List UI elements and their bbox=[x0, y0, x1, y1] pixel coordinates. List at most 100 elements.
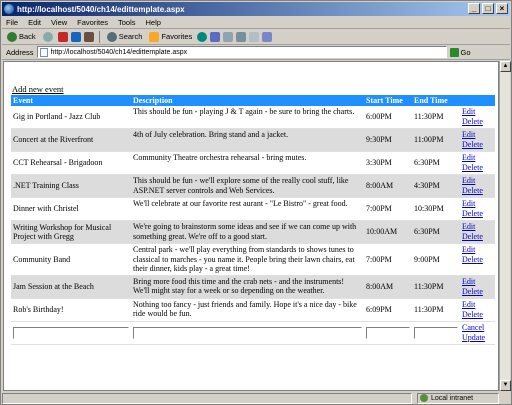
header-start-time: Start Time bbox=[364, 95, 412, 106]
print-icon[interactable] bbox=[236, 31, 247, 42]
mail-icon[interactable] bbox=[223, 31, 234, 42]
edit-link[interactable]: Edit bbox=[462, 176, 493, 186]
event-end-cell: 6:30PM bbox=[412, 220, 460, 244]
scroll-down-icon[interactable]: ▼ bbox=[500, 380, 511, 391]
back-button[interactable]: Back bbox=[5, 31, 38, 42]
menu-view[interactable]: View bbox=[51, 18, 67, 27]
update-link[interactable]: Update bbox=[462, 333, 493, 343]
add-new-event-link[interactable]: Add new event bbox=[12, 84, 63, 94]
zone-label: Local intranet bbox=[431, 394, 474, 402]
menu-help[interactable]: Help bbox=[146, 18, 161, 27]
edit-link[interactable]: Edit bbox=[462, 107, 493, 117]
event-name-cell: Community Band bbox=[11, 243, 131, 276]
event-start-cell: 8:00AM bbox=[364, 174, 412, 198]
new-event-end-input[interactable] bbox=[414, 326, 458, 339]
grid-body: Gig in Portland - Jazz Club This should b… bbox=[11, 106, 495, 322]
row-actions: Edit Delete bbox=[460, 174, 495, 198]
title-bar: http://localhost/5040/ch14/edittemplate.… bbox=[2, 2, 510, 16]
event-description-cell: This should be fun - we'll explore some … bbox=[131, 174, 364, 198]
menu-edit[interactable]: Edit bbox=[28, 18, 41, 27]
event-end-cell: 9:00PM bbox=[412, 243, 460, 276]
status-text-pane bbox=[2, 392, 412, 404]
row-actions: Edit Delete bbox=[460, 220, 495, 244]
menu-file[interactable]: File bbox=[6, 18, 18, 27]
event-name-cell: .NET Training Class bbox=[11, 174, 131, 198]
scroll-up-icon[interactable]: ▲ bbox=[500, 61, 511, 72]
edit-link[interactable]: Edit bbox=[462, 245, 493, 255]
new-event-name-input[interactable] bbox=[13, 326, 129, 339]
delete-link[interactable]: Delete bbox=[462, 186, 493, 196]
page-content: Add new event Event Description Start Ti… bbox=[3, 61, 499, 391]
minimize-button[interactable]: _ bbox=[468, 3, 480, 14]
cancel-link[interactable]: Cancel bbox=[462, 323, 493, 333]
event-start-cell: 8:00AM bbox=[364, 275, 412, 299]
edit-link[interactable]: Edit bbox=[462, 153, 493, 163]
event-description-cell: We're going to brainstorm some ideas and… bbox=[131, 220, 364, 244]
close-button[interactable]: × bbox=[496, 3, 508, 14]
menu-tools[interactable]: Tools bbox=[118, 18, 136, 27]
event-description-cell: Bring more food this time and the crab n… bbox=[131, 275, 364, 299]
forward-button[interactable] bbox=[41, 31, 55, 42]
event-start-cell: 7:00PM bbox=[364, 197, 412, 221]
edit-link[interactable]: Edit bbox=[462, 300, 493, 310]
event-name-cell: Jam Session at the Beach bbox=[11, 275, 131, 299]
refresh-icon[interactable] bbox=[70, 31, 81, 42]
table-row: Concert at the Riverfront 4th of July cel… bbox=[11, 128, 495, 152]
home-icon[interactable] bbox=[83, 31, 94, 42]
delete-link[interactable]: Delete bbox=[462, 117, 493, 127]
status-bar: Local intranet bbox=[2, 392, 510, 404]
new-event-description-input[interactable] bbox=[133, 326, 362, 339]
edit-link[interactable]: Edit bbox=[462, 130, 493, 140]
event-description-cell: Central park - we'll play everything fro… bbox=[131, 243, 364, 276]
forward-arrow-icon bbox=[42, 31, 53, 42]
event-start-cell: 6:09PM bbox=[364, 298, 412, 322]
intranet-icon bbox=[420, 394, 428, 402]
delete-link[interactable]: Delete bbox=[462, 255, 493, 265]
event-description-cell: 4th of July celebration. Bring stand and… bbox=[131, 128, 364, 152]
row-actions: Edit Delete bbox=[460, 275, 495, 299]
favorites-icon bbox=[149, 31, 160, 42]
go-button[interactable]: Go bbox=[449, 47, 471, 57]
grid-header-row: Event Description Start Time End Time bbox=[11, 95, 495, 106]
favorites-button[interactable]: Favorites bbox=[147, 31, 194, 42]
search-button[interactable]: Search bbox=[105, 31, 145, 42]
header-description: Description bbox=[131, 95, 364, 106]
event-name-cell: Concert at the Riverfront bbox=[11, 128, 131, 152]
new-event-start-input[interactable] bbox=[366, 326, 410, 339]
event-description-cell: We'll celebrate at our favorite rest aur… bbox=[131, 197, 364, 221]
edit-link[interactable]: Edit bbox=[462, 222, 493, 232]
stop-icon[interactable] bbox=[57, 31, 68, 42]
toolbar-separator bbox=[98, 30, 100, 43]
delete-link[interactable]: Delete bbox=[462, 232, 493, 242]
event-name-cell: Writing Workshop for Musical Project wit… bbox=[11, 220, 131, 244]
event-end-cell: 11:30PM bbox=[412, 106, 460, 129]
delete-link[interactable]: Delete bbox=[462, 163, 493, 173]
delete-link[interactable]: Delete bbox=[462, 209, 493, 219]
discuss-icon[interactable] bbox=[262, 31, 273, 42]
history-icon[interactable] bbox=[210, 31, 221, 42]
header-end-time: End Time bbox=[412, 95, 460, 106]
table-row: Writing Workshop for Musical Project wit… bbox=[11, 220, 495, 244]
table-row: Jam Session at the Beach Bring more food … bbox=[11, 275, 495, 299]
edit-link[interactable]: Edit bbox=[462, 199, 493, 209]
table-row: Community Band Central park - we'll play … bbox=[11, 243, 495, 276]
event-end-cell: 11:00PM bbox=[412, 128, 460, 152]
event-start-cell: 9:30PM bbox=[364, 128, 412, 152]
edit-page-icon[interactable] bbox=[249, 31, 260, 42]
edit-row: Cancel Update bbox=[11, 321, 495, 345]
toolbar: Back Search Favorites bbox=[2, 29, 510, 45]
delete-link[interactable]: Delete bbox=[462, 287, 493, 297]
events-grid: Event Description Start Time End Time Gi… bbox=[11, 95, 495, 345]
delete-link[interactable]: Delete bbox=[462, 140, 493, 150]
event-name-cell: CCT Rehearsal - Brigadoon bbox=[11, 151, 131, 175]
favorites-label: Favorites bbox=[161, 32, 193, 41]
table-row: Rob's Birthday! Nothing too fancy - just … bbox=[11, 298, 495, 322]
edit-link[interactable]: Edit bbox=[462, 277, 493, 287]
delete-link[interactable]: Delete bbox=[462, 310, 493, 320]
address-input[interactable]: http://localhost/5040/ch14/edittemplate.… bbox=[36, 46, 447, 58]
menu-favorites[interactable]: Favorites bbox=[77, 18, 108, 27]
media-icon[interactable] bbox=[197, 31, 208, 42]
address-url: http://localhost/5040/ch14/edittemplate.… bbox=[50, 48, 188, 56]
maximize-button[interactable]: □ bbox=[482, 3, 494, 14]
vertical-scrollbar[interactable]: ▲ ▼ bbox=[499, 61, 511, 391]
